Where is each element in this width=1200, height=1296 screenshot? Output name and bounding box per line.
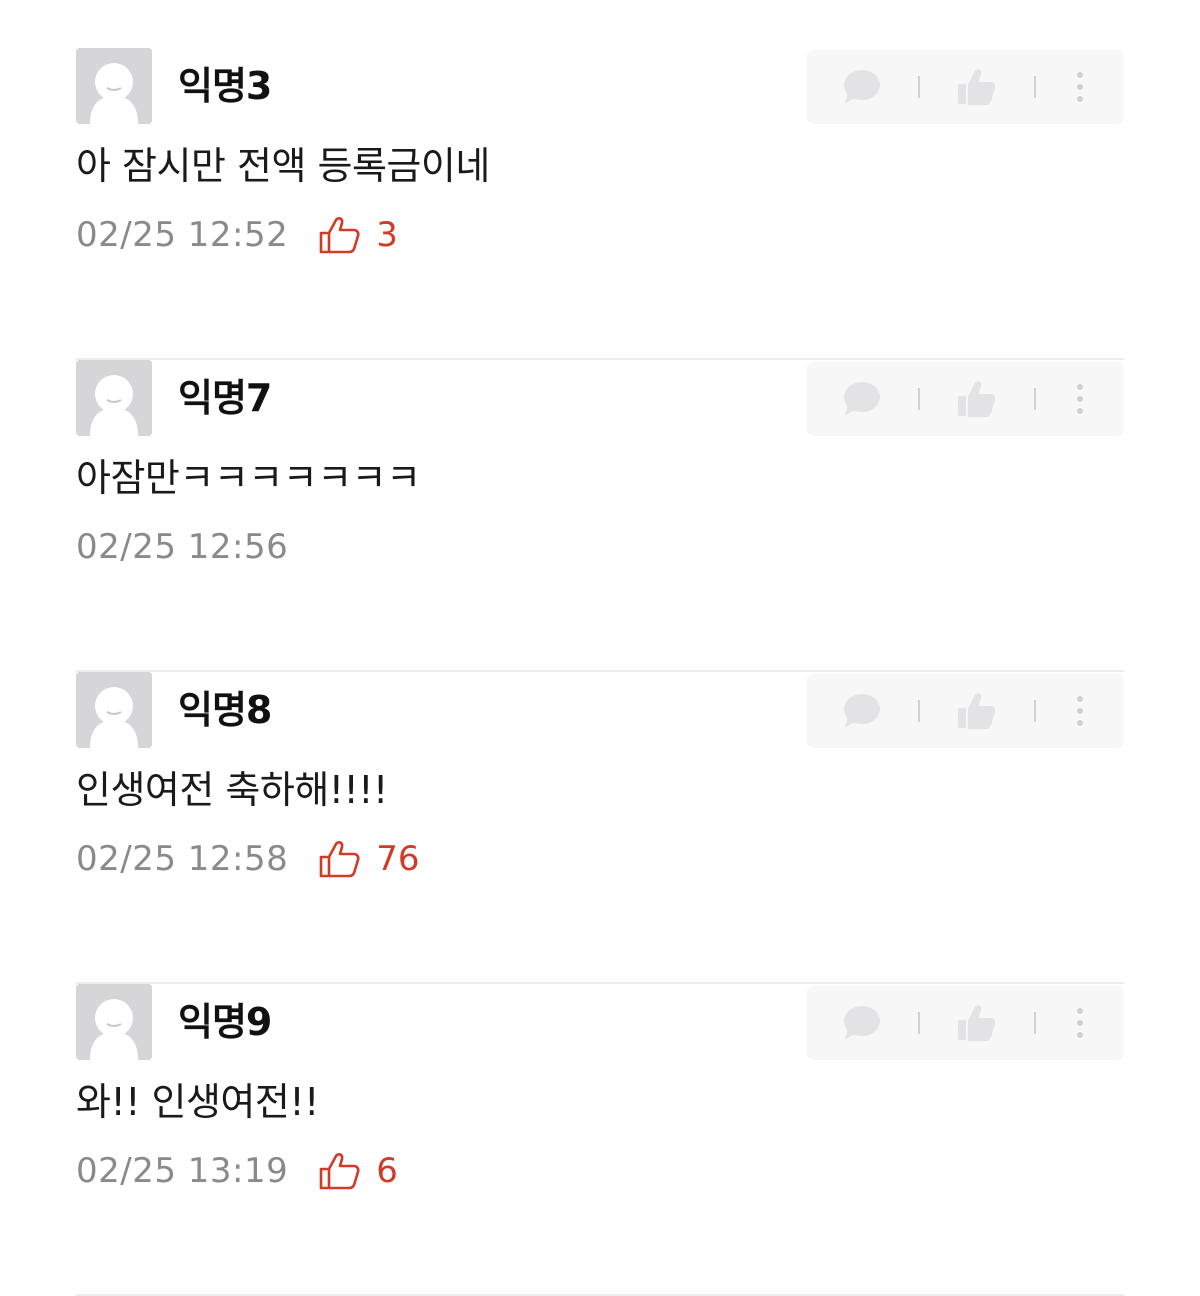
more-options-button[interactable] <box>1060 50 1100 124</box>
comment-meta: 02/25 12:52 3 <box>76 210 398 260</box>
comment-action-bar <box>806 986 1124 1060</box>
more-vertical-icon <box>1077 696 1083 726</box>
thumbs-up-icon <box>958 69 996 105</box>
action-divider <box>1034 1012 1036 1034</box>
comment-author: 익명7 <box>178 376 272 420</box>
avatar[interactable] <box>76 360 152 436</box>
comment-action-bar <box>806 362 1124 436</box>
like-button[interactable] <box>942 362 1010 436</box>
like-button[interactable] <box>942 674 1010 748</box>
comment-author: 익명8 <box>178 688 272 732</box>
comment-text: 아 잠시만 전액 등록금이네 <box>76 144 490 188</box>
comment-timestamp: 02/25 12:56 <box>76 527 289 567</box>
thumbs-up-icon <box>958 381 996 417</box>
vote-count-badge: 76 <box>318 839 420 879</box>
more-vertical-icon <box>1077 1008 1083 1038</box>
comment-item: 익명8 인생여전 축하해!!!! 02/25 12:58 76 <box>76 672 1124 984</box>
action-divider <box>1034 76 1036 98</box>
comment-meta: 02/25 12:58 76 <box>76 834 420 884</box>
default-avatar-icon <box>76 672 152 748</box>
comment-item: 익명7 아잠만ㅋㅋㅋㅋㅋㅋㅋ 02/25 12:56 <box>76 360 1124 672</box>
vote-count-badge: 3 <box>318 215 398 255</box>
comment-timestamp: 02/25 13:19 <box>76 1151 289 1191</box>
comment-item: 익명3 아 잠시만 전액 등록금이네 02/25 12:52 3 <box>76 48 1124 360</box>
thumbs-up-outline-icon <box>319 1153 360 1190</box>
comment-action-bar <box>806 50 1124 124</box>
comment-action-bar <box>806 674 1124 748</box>
action-divider <box>918 1012 920 1034</box>
avatar[interactable] <box>76 984 152 1060</box>
reply-button[interactable] <box>828 674 896 748</box>
avatar[interactable] <box>76 48 152 124</box>
comment-timestamp: 02/25 12:58 <box>76 839 289 879</box>
default-avatar-icon <box>76 984 152 1060</box>
reply-button[interactable] <box>828 362 896 436</box>
action-divider <box>1034 388 1036 410</box>
action-divider <box>1034 700 1036 722</box>
thumbs-up-icon <box>958 1005 996 1041</box>
comment-author: 익명3 <box>178 64 272 108</box>
comment-timestamp: 02/25 12:52 <box>76 215 289 255</box>
speech-bubble-icon <box>844 382 880 416</box>
action-divider <box>918 388 920 410</box>
comment-author: 익명9 <box>178 1000 272 1044</box>
reply-button[interactable] <box>828 50 896 124</box>
more-vertical-icon <box>1077 384 1083 414</box>
default-avatar-icon <box>76 48 152 124</box>
default-avatar-icon <box>76 360 152 436</box>
comment-item: 익명9 와!! 인생여전!! 02/25 13:19 6 <box>76 984 1124 1296</box>
thumbs-up-icon <box>958 693 996 729</box>
speech-bubble-icon <box>844 70 880 104</box>
avatar[interactable] <box>76 672 152 748</box>
action-divider <box>918 76 920 98</box>
comment-list: 익명3 아 잠시만 전액 등록금이네 02/25 12:52 3 익명7 아잠만… <box>0 0 1200 1296</box>
action-divider <box>918 700 920 722</box>
comment-meta: 02/25 13:19 6 <box>76 1146 398 1196</box>
comment-meta: 02/25 12:56 <box>76 522 288 572</box>
vote-count: 76 <box>376 839 420 879</box>
vote-count-badge: 6 <box>318 1151 398 1191</box>
more-options-button[interactable] <box>1060 362 1100 436</box>
more-options-button[interactable] <box>1060 986 1100 1060</box>
like-button[interactable] <box>942 986 1010 1060</box>
thumbs-up-outline-icon <box>319 217 360 254</box>
thumbs-up-outline-icon <box>319 841 360 878</box>
comment-text: 와!! 인생여전!! <box>76 1080 319 1124</box>
more-options-button[interactable] <box>1060 674 1100 748</box>
more-vertical-icon <box>1077 72 1083 102</box>
comment-text: 인생여전 축하해!!!! <box>76 768 388 812</box>
comment-text: 아잠만ㅋㅋㅋㅋㅋㅋㅋ <box>76 456 421 500</box>
like-button[interactable] <box>942 50 1010 124</box>
vote-count: 3 <box>376 215 398 255</box>
speech-bubble-icon <box>844 1006 880 1040</box>
speech-bubble-icon <box>844 694 880 728</box>
vote-count: 6 <box>376 1151 398 1191</box>
reply-button[interactable] <box>828 986 896 1060</box>
